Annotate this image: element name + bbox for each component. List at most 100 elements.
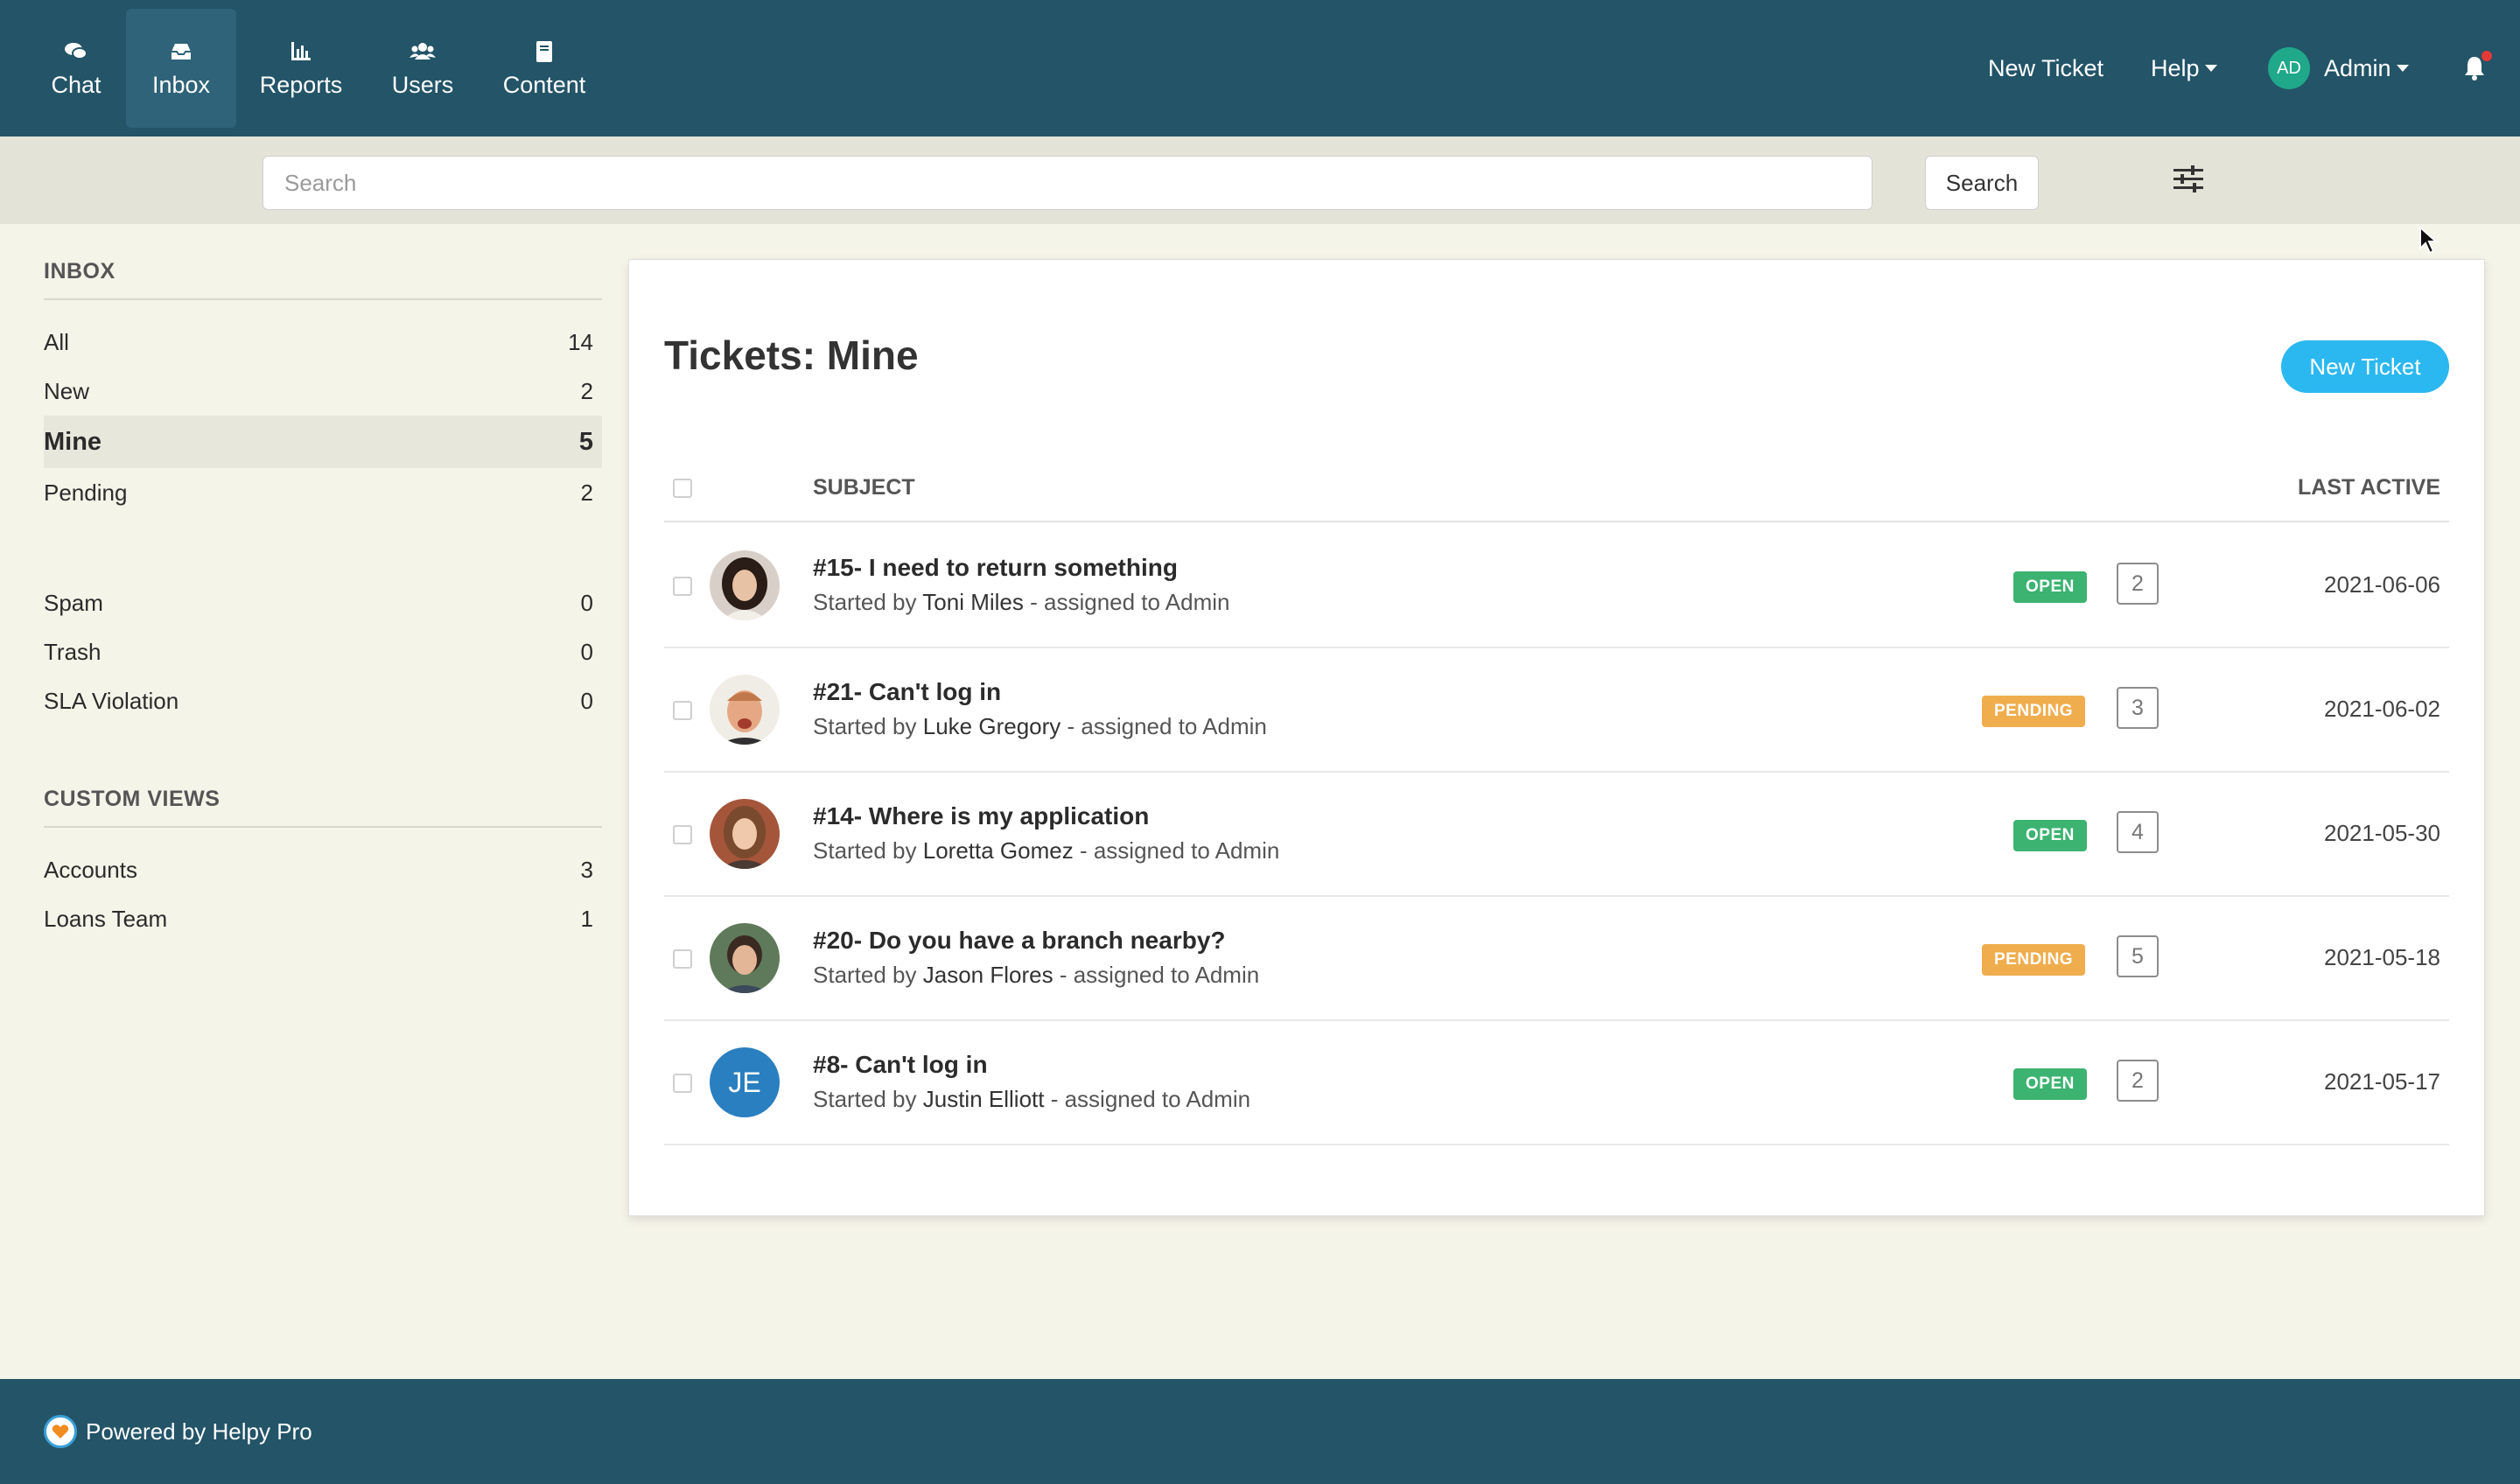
notifications-bell[interactable] xyxy=(2460,51,2492,82)
row-checkbox[interactable] xyxy=(673,577,692,596)
sidebar-item-label: Pending xyxy=(44,479,128,506)
table-row[interactable]: JE #8- Can't log in Started by Justin El… xyxy=(664,1021,2449,1145)
inbox-heading: INBOX xyxy=(44,259,602,300)
status-badge: OPEN xyxy=(2013,1068,2087,1100)
table-row[interactable]: #15- I need to return something Started … xyxy=(664,524,2449,648)
subject-column-header[interactable]: SUBJECT xyxy=(813,452,915,522)
row-checkbox[interactable] xyxy=(673,1074,692,1093)
table-row[interactable]: #14- Where is my application Started by … xyxy=(664,773,2449,897)
nav-inbox-label: Inbox xyxy=(151,71,211,98)
sidebar-item-count: 14 xyxy=(568,328,593,355)
nav-new-ticket[interactable]: New Ticket xyxy=(1988,0,2104,136)
started-by-label: Started by xyxy=(813,837,917,864)
row-checkbox[interactable] xyxy=(673,825,692,844)
ticket-assignee: - assigned to Admin xyxy=(1067,713,1267,739)
ticket-author: Luke Gregory xyxy=(922,713,1061,739)
row-checkbox[interactable] xyxy=(673,701,692,720)
nav-users[interactable]: Users xyxy=(376,9,469,128)
nav-reports[interactable]: Reports xyxy=(254,9,348,128)
ticket-assignee: - assigned to Admin xyxy=(1030,589,1230,615)
table-row[interactable]: #20- Do you have a branch nearby? Starte… xyxy=(664,897,2449,1021)
last-active-date: 2021-06-02 xyxy=(2324,696,2440,722)
last-active-column-header[interactable]: LAST ACTIVE xyxy=(2298,452,2440,522)
top-navbar: Chat Inbox Reports Users Content New Tic… xyxy=(0,0,2520,136)
sidebar-item-mine[interactable]: Mine 5 xyxy=(44,416,602,468)
ticket-meta: Started by Jason Flores - assigned to Ad… xyxy=(813,962,1259,989)
started-by-label: Started by xyxy=(813,713,917,739)
reply-count: 5 xyxy=(2117,935,2159,977)
status-badge: OPEN xyxy=(2013,820,2087,851)
ticket-subject[interactable]: #21- Can't log in xyxy=(813,678,1001,706)
powered-by-text[interactable]: Powered by Helpy Pro xyxy=(86,1418,312,1446)
chevron-down-icon xyxy=(2204,65,2217,72)
ticket-subject[interactable]: #8- Can't log in xyxy=(813,1051,988,1079)
inbox-icon xyxy=(172,43,191,60)
nav-content[interactable]: Content xyxy=(495,9,593,128)
sidebar-item-count: 5 xyxy=(578,427,593,456)
bar-chart-icon xyxy=(291,41,311,60)
ticket-author: Loretta Gomez xyxy=(922,837,1074,864)
ticket-assignee: - assigned to Admin xyxy=(1050,1086,1251,1112)
started-by-label: Started by xyxy=(813,1086,917,1112)
ticket-assignee: - assigned to Admin xyxy=(1059,962,1260,988)
table-row[interactable]: #21- Can't log in Started by Luke Gregor… xyxy=(664,648,2449,773)
sidebar-item-label: Spam xyxy=(44,589,103,616)
footer: Powered by Helpy Pro xyxy=(0,1379,2520,1484)
reply-count: 2 xyxy=(2117,1060,2159,1102)
table-header: SUBJECT LAST ACTIVE xyxy=(664,452,2449,522)
ticket-meta: Started by Justin Elliott - assigned to … xyxy=(813,1086,1250,1113)
sidebar-item-count: 3 xyxy=(580,856,593,883)
sidebar-item-label: New xyxy=(44,377,90,404)
avatar xyxy=(710,799,780,869)
sidebar-item-label: All xyxy=(44,328,69,355)
sidebar-item-all[interactable]: All 14 xyxy=(44,318,602,367)
notification-dot xyxy=(2482,51,2492,61)
sidebar-item-label: Loans Team xyxy=(44,905,168,932)
sidebar-item-count: 2 xyxy=(580,377,593,404)
nav-chat[interactable]: Chat xyxy=(44,9,108,128)
help-label: Help xyxy=(2151,54,2200,81)
last-active-date: 2021-05-30 xyxy=(2324,820,2440,846)
tickets-card: Tickets: Mine New Ticket SUBJECT LAST AC… xyxy=(628,259,2485,1216)
avatar: JE xyxy=(710,1047,780,1117)
sidebar-item-pending[interactable]: Pending 2 xyxy=(44,468,602,517)
avatar xyxy=(710,550,780,620)
status-badge: PENDING xyxy=(1982,944,2086,976)
row-checkbox[interactable] xyxy=(673,949,692,969)
avatar xyxy=(710,923,780,993)
help-dropdown[interactable]: Help xyxy=(2151,0,2217,136)
sidebar-item-sla-violation[interactable]: SLA Violation 0 xyxy=(44,676,602,725)
last-active-date: 2021-05-17 xyxy=(2324,1068,2440,1095)
ticket-subject[interactable]: #20- Do you have a branch nearby? xyxy=(813,927,1226,955)
user-menu[interactable]: AD Admin xyxy=(2268,0,2409,136)
nav-inbox[interactable]: Inbox xyxy=(126,9,236,128)
book-icon xyxy=(536,40,552,62)
sidebar-item-spam[interactable]: Spam 0 xyxy=(44,578,602,627)
sidebar-item-label: Accounts xyxy=(44,856,137,883)
search-button[interactable]: Search xyxy=(1925,156,2039,210)
started-by-label: Started by xyxy=(813,589,917,615)
new-ticket-button[interactable]: New Ticket xyxy=(2281,340,2449,393)
ticket-meta: Started by Luke Gregory - assigned to Ad… xyxy=(813,713,1267,740)
sidebar-item-label: Mine xyxy=(44,427,102,456)
sidebar-item-count: 1 xyxy=(580,905,593,932)
last-active-date: 2021-06-06 xyxy=(2324,571,2440,598)
ticket-subject[interactable]: #15- I need to return something xyxy=(813,554,1178,582)
avatar: AD xyxy=(2268,47,2310,89)
sidebar-item-accounts[interactable]: Accounts 3 xyxy=(44,845,602,894)
select-all-checkbox[interactable] xyxy=(673,479,692,498)
sidebar-item-new[interactable]: New 2 xyxy=(44,367,602,416)
sliders-icon[interactable] xyxy=(2170,161,2207,198)
sidebar-item-count: 2 xyxy=(580,479,593,506)
sidebar-item-loans-team[interactable]: Loans Team 1 xyxy=(44,894,602,943)
mouse-cursor-icon xyxy=(2419,226,2439,255)
sidebar-item-trash[interactable]: Trash 0 xyxy=(44,627,602,676)
nav-content-label: Content xyxy=(502,71,586,98)
sidebar-item-label: Trash xyxy=(44,638,102,665)
search-input[interactable] xyxy=(262,156,1872,210)
users-icon xyxy=(410,42,436,60)
last-active-date: 2021-05-18 xyxy=(2324,944,2440,970)
ticket-meta: Started by Loretta Gomez - assigned to A… xyxy=(813,837,1279,864)
sidebar-item-label: SLA Violation xyxy=(44,687,179,714)
ticket-subject[interactable]: #14- Where is my application xyxy=(813,802,1149,830)
